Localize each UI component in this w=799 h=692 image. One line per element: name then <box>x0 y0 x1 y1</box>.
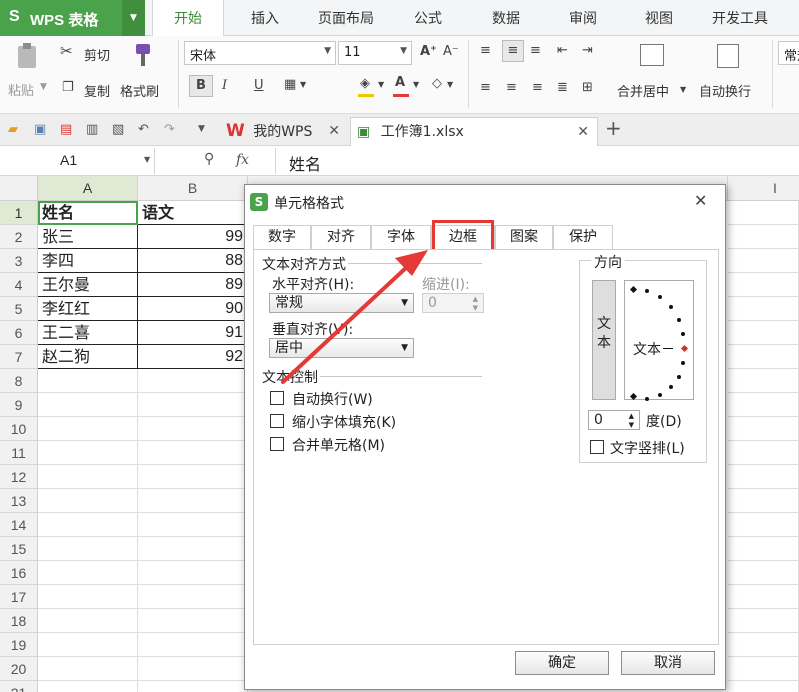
annotation-arrow <box>281 250 428 384</box>
